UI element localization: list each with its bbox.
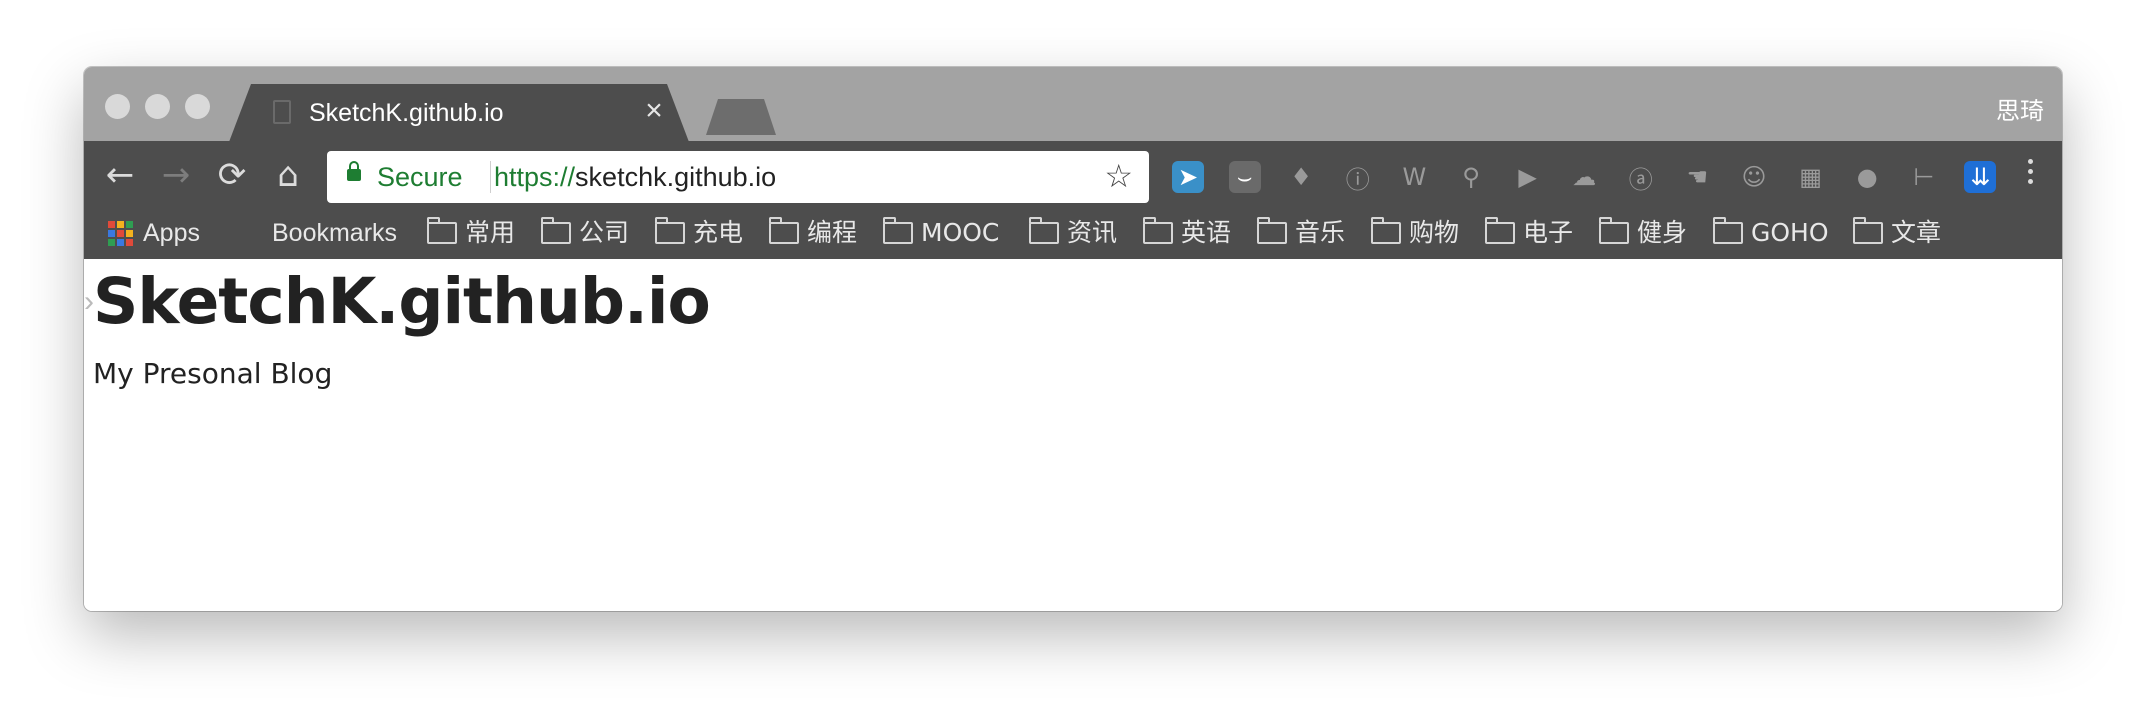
grid-extension-icon[interactable]: ▦ xyxy=(1795,161,1827,193)
back-button[interactable]: ← xyxy=(98,153,142,197)
search-extension-icon[interactable]: ⚲ xyxy=(1455,161,1487,193)
minimize-window-button[interactable] xyxy=(145,94,170,119)
page-favicon-icon xyxy=(273,100,291,124)
gem-extension-icon[interactable]: ♦ xyxy=(1285,161,1317,193)
reload-button[interactable]: ⟳ xyxy=(210,153,254,197)
info-extension-icon[interactable]: ⓘ xyxy=(1342,161,1374,194)
title-bar: SketchK.github.io × 思琦 xyxy=(84,67,2062,142)
bookmark-bookmarks[interactable]: Bookmarks xyxy=(272,215,397,251)
cloud-extension-icon[interactable]: ☁ xyxy=(1568,161,1600,193)
forward-button[interactable]: → xyxy=(154,153,198,197)
robot-extension-icon[interactable]: ☺ xyxy=(1738,161,1770,193)
bookmark-folder-mooc[interactable]: MOOC xyxy=(883,215,999,251)
address-bar[interactable]: Secure https://sketchk.github.io ☆ xyxy=(327,151,1149,203)
hand-extension-icon[interactable]: ☚ xyxy=(1681,161,1713,193)
folder-icon xyxy=(1599,217,1629,244)
circle-extension-icon[interactable]: ● xyxy=(1851,161,1883,193)
tab-title: SketchK.github.io xyxy=(309,99,504,127)
folder-icon xyxy=(1143,217,1173,244)
new-tab-button[interactable] xyxy=(706,99,776,135)
bookmark-folder-gongsi[interactable]: 公司 xyxy=(541,215,629,251)
bookmark-folder-label: 电子 xyxy=(1523,218,1574,247)
apps-grid-icon xyxy=(108,220,133,246)
bookmark-folder-wenzhang[interactable]: 文章 xyxy=(1853,215,1941,251)
bookmark-folder-gouwu[interactable]: 购物 xyxy=(1371,215,1459,251)
bookmark-folder-label: 音乐 xyxy=(1295,218,1346,247)
home-button[interactable]: ⌂ xyxy=(266,153,310,197)
bookmark-folder-label: 购物 xyxy=(1409,218,1460,247)
close-window-button[interactable] xyxy=(105,94,130,119)
active-tab[interactable]: SketchK.github.io × xyxy=(229,84,689,142)
bookmark-apps-label: Apps xyxy=(143,219,200,247)
folder-icon xyxy=(1029,217,1059,244)
secure-label[interactable]: Secure xyxy=(377,162,463,193)
profile-button[interactable]: 思琦 xyxy=(1996,91,2044,126)
folder-icon xyxy=(1371,217,1401,244)
url-host: sketchk.github.io xyxy=(575,162,777,192)
bookmark-folder-biancheng[interactable]: 编程 xyxy=(769,215,857,251)
folder-icon xyxy=(1257,217,1287,244)
at-extension-icon[interactable]: ⓐ xyxy=(1625,161,1657,194)
bookmark-folder-label: GOHO xyxy=(1751,218,1829,247)
bookmark-folder-label: 公司 xyxy=(579,218,630,247)
bookmark-folder-label: 充电 xyxy=(693,218,744,247)
bookmark-folder-label: 资讯 xyxy=(1067,218,1118,247)
folder-icon xyxy=(1485,217,1515,244)
menu-icon[interactable] xyxy=(2028,159,2036,189)
bookmark-folder-label: 编程 xyxy=(807,218,858,247)
bookmark-folder-yingyu[interactable]: 英语 xyxy=(1143,215,1231,251)
bookmark-folder-dianzi[interactable]: 电子 xyxy=(1485,215,1573,251)
pocket-extension-icon[interactable]: ⌣ xyxy=(1228,161,1261,193)
url-text[interactable]: https://sketchk.github.io xyxy=(494,162,776,193)
bookmark-folder-jianshen[interactable]: 健身 xyxy=(1599,215,1687,251)
w-extension-icon[interactable]: W xyxy=(1398,161,1430,193)
bookmark-folder-label: MOOC xyxy=(921,218,1000,247)
play-extension-icon[interactable]: ▶ xyxy=(1512,161,1544,193)
folder-icon xyxy=(1853,217,1883,244)
bookmark-folder-yinyue[interactable]: 音乐 xyxy=(1257,215,1345,251)
bookmark-folder-zixun[interactable]: 资讯 xyxy=(1029,215,1117,251)
page-content: › SketchK.github.io My Presonal Blog xyxy=(84,259,2062,611)
telegram-extension-icon[interactable]: ➤ xyxy=(1172,161,1204,193)
bookmark-folder-goho[interactable]: GOHO xyxy=(1713,215,1829,251)
download-extension-icon[interactable]: ⇊ xyxy=(1964,161,1997,193)
bookmark-folder-changyong[interactable]: 常用 xyxy=(427,215,515,251)
folder-icon xyxy=(655,217,685,244)
bookmark-bookmarks-label: Bookmarks xyxy=(272,219,398,247)
bookmark-folder-label: 英语 xyxy=(1181,218,1232,247)
zoom-window-button[interactable] xyxy=(185,94,210,119)
bookmark-folder-label: 文章 xyxy=(1891,218,1942,247)
bookmarks-bar: Apps Bookmarks 常用 公司 充电 编程 MOOC 资讯 英语 音乐… xyxy=(84,207,2062,259)
bookmark-star-icon[interactable]: ☆ xyxy=(1104,157,1133,195)
folder-icon xyxy=(427,217,457,244)
page-subtitle: My Presonal Blog xyxy=(93,357,333,390)
folder-icon xyxy=(883,217,913,244)
omnibox-divider xyxy=(490,161,491,193)
lock-icon xyxy=(347,161,361,181)
bookmark-folder-chongdian[interactable]: 充电 xyxy=(655,215,743,251)
tab-close-button[interactable]: × xyxy=(637,94,671,128)
ruler-extension-icon[interactable]: ⊢ xyxy=(1908,161,1940,193)
browser-window: SketchK.github.io × 思琦 ← → ⟳ ⌂ Secure ht… xyxy=(84,67,2062,611)
toolbar: ← → ⟳ ⌂ Secure https://sketchk.github.io… xyxy=(84,141,2062,207)
folder-icon xyxy=(541,217,571,244)
bookmark-apps[interactable]: Apps xyxy=(108,215,200,251)
bookmark-folder-label: 常用 xyxy=(465,218,516,247)
page-title: SketchK.github.io xyxy=(93,265,711,338)
folder-icon xyxy=(769,217,799,244)
url-scheme: https:// xyxy=(494,162,576,192)
folder-icon xyxy=(1713,217,1743,244)
bookmark-folder-label: 健身 xyxy=(1637,218,1688,247)
